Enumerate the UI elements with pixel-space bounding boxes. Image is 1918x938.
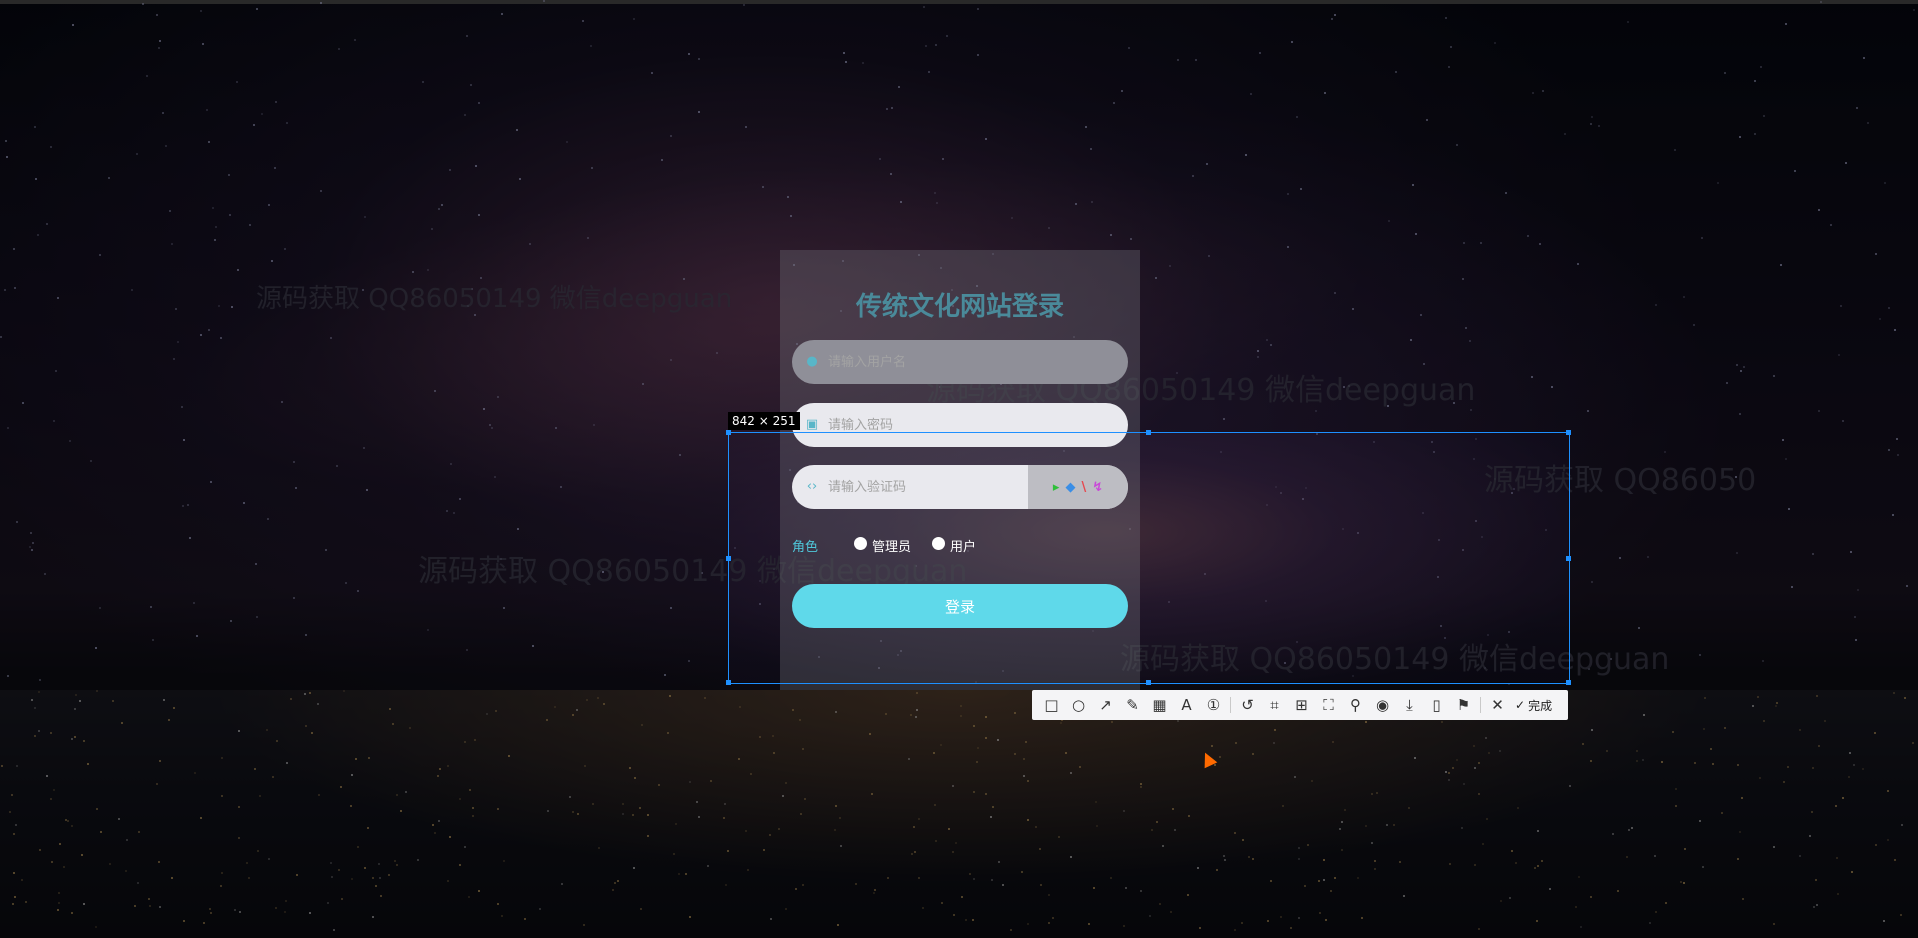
selection-size-label: 842 × 251 — [728, 412, 800, 430]
pin-icon[interactable]: ⚲ — [1342, 692, 1369, 718]
ellipse-icon[interactable]: ○ — [1065, 692, 1092, 718]
arrow-icon[interactable]: ↗ — [1092, 692, 1119, 718]
text-icon[interactable]: A — [1173, 692, 1200, 718]
undo-icon[interactable]: ↺ — [1234, 692, 1261, 718]
close-icon[interactable]: ✕ — [1484, 692, 1511, 718]
username-field[interactable]: ● — [792, 340, 1128, 384]
crop-icon[interactable]: ⌗ — [1261, 692, 1288, 718]
screen: 源码获取 QQ86050149 微信deepguan 源码获取 QQ860501… — [0, 0, 1918, 938]
done-button[interactable]: ✓ 完成 — [1511, 697, 1556, 714]
download-icon[interactable]: ⤓ — [1396, 692, 1423, 718]
screenshot-toolbar: □ ○ ↗ ✎ ▦ A ① ↺ ⌗ ⊞ ⛶ ⚲ ◉ ⤓ ▯ ⚑ ✕ ✓ 完成 — [1032, 690, 1568, 720]
check-icon: ✓ — [1515, 698, 1526, 712]
pencil-icon[interactable]: ✎ — [1119, 692, 1146, 718]
resize-handle[interactable] — [1146, 680, 1151, 685]
translate-icon[interactable]: ⊞ — [1288, 692, 1315, 718]
resize-handle[interactable] — [1146, 430, 1151, 435]
resize-handle[interactable] — [1566, 430, 1571, 435]
scan-text-icon[interactable]: ⛶ — [1315, 692, 1342, 718]
rectangle-icon[interactable]: □ — [1038, 692, 1065, 718]
long-screenshot-icon[interactable]: ▯ — [1423, 692, 1450, 718]
resize-handle[interactable] — [1566, 680, 1571, 685]
mosaic-icon[interactable]: ▦ — [1146, 692, 1173, 718]
toolbar-divider — [1480, 697, 1481, 713]
login-title: 传统文化网站登录 — [855, 292, 1064, 322]
number-marker-icon[interactable]: ① — [1200, 692, 1227, 718]
username-input[interactable] — [822, 340, 1114, 384]
bookmark-icon[interactable]: ⚑ — [1450, 692, 1477, 718]
screenshot-selection[interactable] — [728, 432, 1570, 684]
watermark-text: 源码获取 QQ86050149 微信deepguan — [256, 284, 733, 314]
resize-handle[interactable] — [726, 556, 731, 561]
done-label: 完成 — [1528, 698, 1553, 713]
toolbar-divider — [1230, 697, 1231, 713]
record-icon[interactable]: ◉ — [1369, 692, 1396, 718]
resize-handle[interactable] — [1566, 556, 1571, 561]
resize-handle[interactable] — [726, 680, 731, 685]
resize-handle[interactable] — [726, 430, 731, 435]
user-icon: ● — [806, 354, 818, 369]
